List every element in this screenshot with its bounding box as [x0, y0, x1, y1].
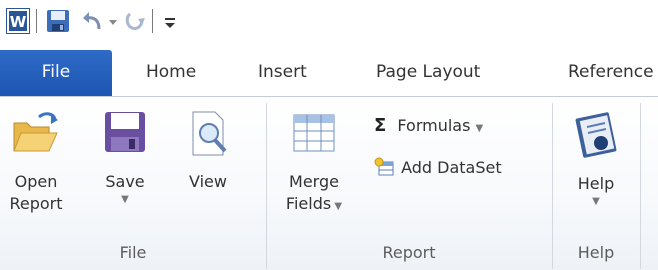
- view-label: View: [189, 172, 227, 191]
- open-report-label-line2: Report: [9, 194, 63, 213]
- formulas-label: Formulas: [397, 116, 471, 135]
- group-label-report: Report: [382, 243, 436, 262]
- quick-access-toolbar: W: [0, 0, 658, 50]
- formulas-dropdown-icon[interactable]: ▼: [476, 123, 484, 134]
- sigma-icon: Σ: [374, 115, 387, 136]
- help-book-icon: [575, 112, 617, 158]
- add-dataset-button[interactable]: Add DataSet: [374, 155, 502, 181]
- ribbon-panel: Open Report Save ▼ View File Merge Field…: [0, 96, 658, 270]
- merge-fields-label-line1: Merge: [289, 172, 339, 191]
- tab-references[interactable]: Reference: [568, 50, 654, 96]
- tab-page-layout[interactable]: Page Layout: [376, 50, 480, 96]
- undo-dropdown-icon[interactable]: [108, 18, 118, 26]
- customize-qat-icon[interactable]: [163, 14, 177, 30]
- merge-fields-label-line2: Fields ▼: [282, 193, 346, 218]
- add-dataset-label: Add DataSet: [401, 158, 502, 177]
- tab-file[interactable]: File: [0, 50, 112, 96]
- magnifier-page-icon: [192, 111, 227, 156]
- group-separator: [640, 103, 641, 269]
- save-button[interactable]: Save ▼: [100, 109, 150, 207]
- merge-fields-label-text: Fields: [285, 194, 332, 213]
- ribbon-tabs: File Home Insert Page Layout Reference: [0, 50, 658, 96]
- help-label: Help: [577, 174, 615, 193]
- help-dropdown-icon[interactable]: ▼: [564, 195, 628, 209]
- open-report-button[interactable]: Open Report: [8, 109, 64, 215]
- open-report-label-line1: Open: [14, 172, 58, 191]
- merge-fields-button[interactable]: Merge Fields ▼: [282, 109, 346, 218]
- open-folder-icon: [13, 112, 58, 152]
- undo-icon[interactable]: [80, 9, 104, 33]
- group-label-file: File: [119, 243, 147, 262]
- qat-separator: [152, 9, 153, 33]
- formulas-button[interactable]: Σ Formulas ▼: [374, 113, 483, 139]
- add-dataset-icon: [374, 157, 394, 176]
- table-grid-icon: [293, 114, 335, 152]
- view-button[interactable]: View: [180, 109, 236, 193]
- save-label: Save: [105, 172, 145, 191]
- tab-home[interactable]: Home: [146, 50, 196, 96]
- tab-insert[interactable]: Insert: [258, 50, 307, 96]
- redo-icon[interactable]: [124, 10, 146, 32]
- help-button[interactable]: Help ▼: [564, 109, 628, 209]
- save-dropdown-icon[interactable]: ▼: [100, 193, 150, 207]
- save-icon: [105, 112, 145, 152]
- merge-fields-dropdown-icon[interactable]: ▼: [331, 201, 342, 212]
- svg-text:W: W: [10, 13, 27, 31]
- qat-separator: [36, 9, 37, 33]
- group-label-help: Help: [577, 243, 615, 262]
- word-icon[interactable]: W: [6, 8, 30, 34]
- save-icon[interactable]: [46, 9, 70, 33]
